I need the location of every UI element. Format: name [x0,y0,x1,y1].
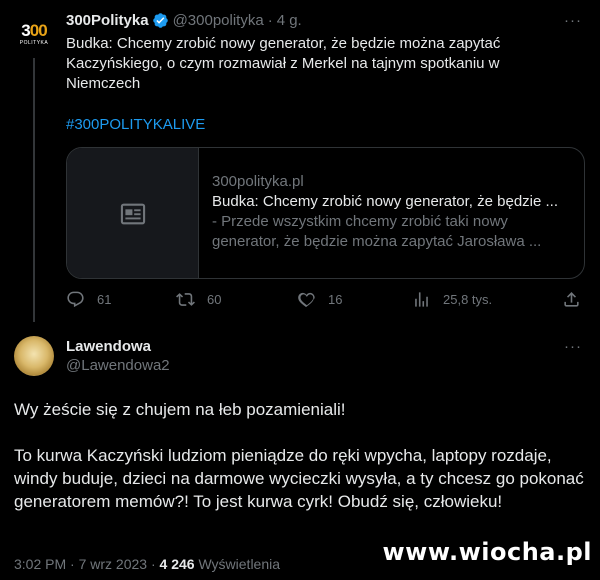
tweet-text: Budka: Chcemy zrobić nowy generator, że … [66,35,501,92]
views-count: 25,8 tys. [443,292,493,307]
card-title: Budka: Chcemy zrobić nowy generator, że … [212,193,559,210]
thread-line [33,58,35,322]
like-button[interactable]: 16 [297,290,342,309]
share-button[interactable] [562,290,593,309]
author-handle[interactable]: @300polityka [173,12,264,29]
avatar-logo-subtext: POLITYKA [19,39,49,46]
author-name[interactable]: 300Polityka [66,12,149,29]
author-name[interactable]: Lawendowa [66,338,151,355]
like-count: 16 [328,292,343,307]
views-chart-icon [415,292,428,307]
retweet-button[interactable]: 60 [176,290,221,309]
article-icon [120,203,145,225]
tweet-actions: 61 60 16 25,8 tys. [66,290,581,314]
tweet-paragraph: To kurwa Kaczyński ludziom pieniądze do … [14,446,584,511]
tweet-header: 300Polityka @300polityka · 4 g. [66,12,302,29]
reply-count: 61 [97,292,112,307]
watermark: www.wiocha.pl [382,538,592,566]
avatar[interactable]: 300 POLITYKA [14,14,54,54]
more-options-icon[interactable]: ··· [564,12,582,29]
views-button[interactable]: 25,8 tys. [412,290,492,309]
views-label: Wyświetlenia [194,556,281,572]
verified-badge-icon [152,13,168,28]
retweet-count: 60 [207,292,222,307]
more-options-icon[interactable]: ··· [564,338,582,355]
tweet-text: Wy żeście się z chujem na łeb pozamienia… [14,398,586,513]
tweet-paragraph: Wy żeście się z chujem na łeb pozamienia… [14,400,346,419]
tweet-timestamp[interactable]: 3:02 PM · 7 wrz 2023 · [14,556,160,572]
hashtag-link[interactable]: #300POLITYKALIVE [66,116,205,133]
heart-icon [298,292,315,308]
avatar-logo-text: 300 [21,20,47,40]
card-thumbnail [67,148,199,278]
card-description: - Przede wszystkim chcemy zrobić taki no… [212,213,542,250]
share-icon [564,292,579,307]
author-handle[interactable]: @Lawendowa2 [66,357,170,374]
original-tweet[interactable]: 300 POLITYKA 300Polityka @300polityka · … [0,0,600,322]
avatar[interactable] [14,336,54,376]
reply-icon [67,291,84,308]
reply-button[interactable]: 61 [66,290,111,309]
retweet-icon [176,293,195,306]
tweet-meta: 3:02 PM · 7 wrz 2023 · 4 246 Wyświetleni… [14,556,280,572]
separator: · [267,12,273,29]
views-count: 4 246 [159,556,195,572]
card-domain: 300polityka.pl [212,173,304,190]
link-card[interactable]: 300polityka.pl Budka: Chcemy zrobić nowy… [66,147,585,279]
tweet-time[interactable]: 4 g. [277,12,302,29]
card-content: 300polityka.pl Budka: Chcemy zrobić nowy… [212,172,572,252]
